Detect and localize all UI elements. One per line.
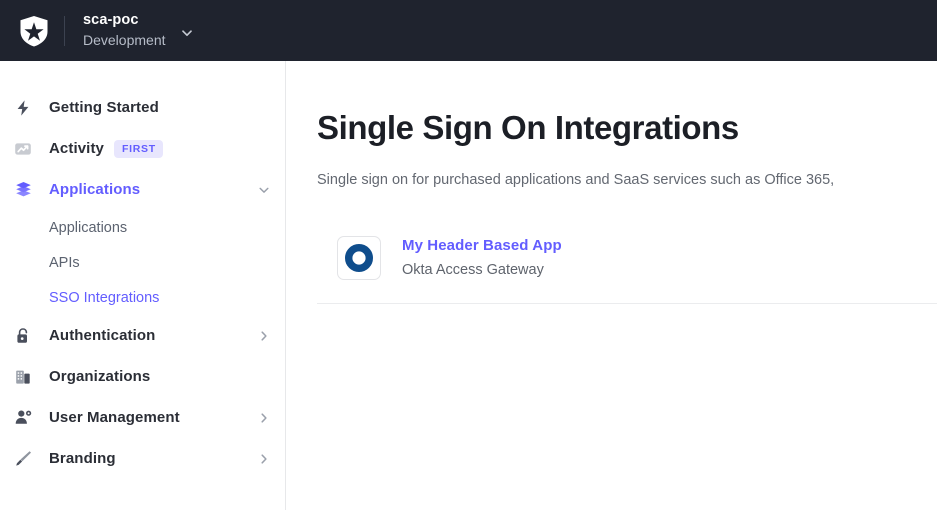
sidebar-item-user-management[interactable]: User Management	[0, 397, 285, 438]
lock-icon	[14, 325, 40, 347]
sidebar-item-label: Getting Started	[49, 98, 159, 116]
sidebar-item-activity[interactable]: Activity FIRST	[0, 128, 285, 169]
chevron-right-icon[interactable]	[257, 411, 271, 425]
building-icon	[14, 366, 40, 388]
okta-ring-icon	[337, 236, 381, 280]
activity-chart-icon	[14, 138, 40, 160]
topbar-divider	[64, 15, 65, 46]
chevron-down-icon[interactable]	[180, 26, 194, 40]
page-body: Getting Started Activity FIRST Applicati…	[0, 61, 937, 510]
tenant-name: sca-poc	[83, 12, 139, 28]
main-content: Single Sign On Integrations Single sign …	[286, 61, 937, 510]
sidebar-item-organizations[interactable]: Organizations	[0, 356, 285, 397]
user-gear-icon	[14, 407, 40, 429]
tenant-info: sca-poc Development	[83, 11, 166, 50]
chevron-right-icon[interactable]	[257, 329, 271, 343]
status-badge: FIRST	[114, 139, 163, 158]
page-title: Single Sign On Integrations	[317, 109, 739, 146]
auth0-dashboard: sca-poc Development Getting Started Acti…	[0, 0, 937, 510]
top-bar: sca-poc Development	[0, 0, 937, 61]
paintbrush-icon	[14, 448, 40, 470]
sso-integration-list: My Header Based App Okta Access Gateway	[317, 235, 937, 304]
sidebar-subitem-applications[interactable]: Applications	[0, 210, 285, 245]
tenant-switcher[interactable]: sca-poc Development	[83, 11, 194, 50]
sidebar-item-label: Branding	[49, 449, 116, 467]
sidebar-subitem-label: SSO Integrations	[49, 289, 160, 306]
sidebar-item-label: Activity	[49, 139, 104, 157]
sidebar-item-label: Authentication	[49, 326, 156, 344]
chevron-right-icon[interactable]	[257, 452, 271, 466]
sso-integration-provider: Okta Access Gateway	[402, 262, 544, 278]
list-item-text: My Header Based App Okta Access Gateway	[402, 235, 562, 281]
sidebar-subitem-apis[interactable]: APIs	[0, 245, 285, 280]
layers-stack-icon	[14, 179, 40, 201]
auth0-shield-logo-icon[interactable]	[12, 9, 56, 53]
tenant-environment: Development	[83, 32, 166, 48]
sidebar-item-authentication[interactable]: Authentication	[0, 315, 285, 356]
chevron-down-icon[interactable]	[257, 183, 271, 197]
sidebar-item-label: Applications	[49, 180, 141, 198]
page-subtitle: Single sign on for purchased application…	[317, 172, 835, 188]
sidebar-subitem-sso-integrations[interactable]: SSO Integrations	[0, 280, 285, 315]
sidebar-subitem-label: APIs	[49, 254, 80, 271]
sidebar-item-label: Organizations	[49, 367, 151, 385]
sidebar-navigation: Getting Started Activity FIRST Applicati…	[0, 61, 286, 510]
list-item[interactable]: My Header Based App Okta Access Gateway	[317, 235, 937, 304]
lightning-bolt-icon	[14, 97, 40, 119]
sso-integration-link[interactable]: My Header Based App	[402, 235, 562, 256]
sidebar-item-branding[interactable]: Branding	[0, 438, 285, 479]
sidebar-item-getting-started[interactable]: Getting Started	[0, 87, 285, 128]
sidebar-item-applications[interactable]: Applications	[0, 169, 285, 210]
sidebar-subitem-label: Applications	[49, 219, 128, 236]
sidebar-item-label: User Management	[49, 408, 180, 426]
